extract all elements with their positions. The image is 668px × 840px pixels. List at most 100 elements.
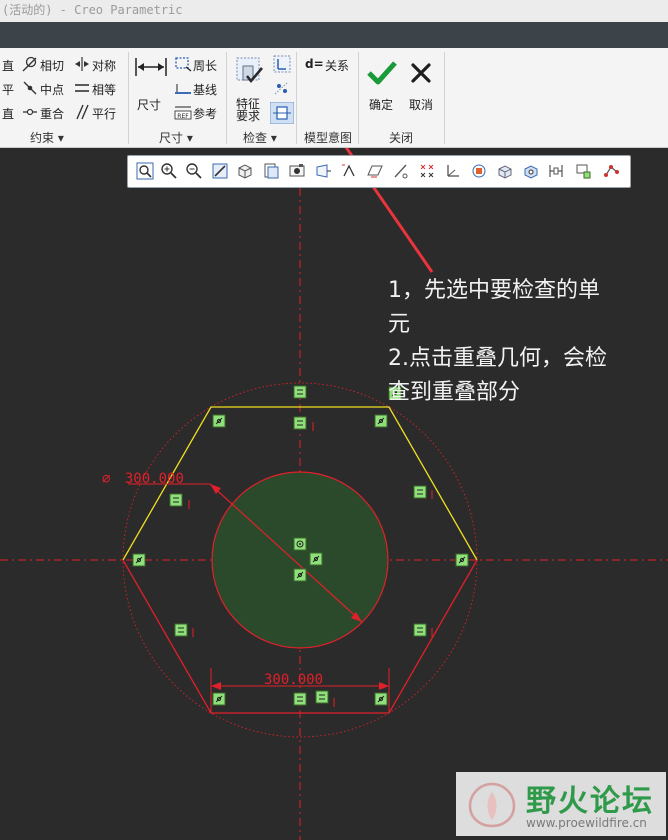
constraint-parallel[interactable]: 平行 xyxy=(92,105,116,122)
equal-constraint-glyph[interactable] xyxy=(293,692,307,706)
symmetric-constraint-icon xyxy=(75,57,89,71)
ribbon-separator xyxy=(358,52,359,144)
length-dimension-value[interactable]: 300.000 xyxy=(264,672,323,688)
refit-icon[interactable] xyxy=(136,162,154,180)
ribbon-tab-strip xyxy=(0,22,668,48)
diameter-symbol: ⌀ xyxy=(102,471,111,487)
equal-constraint-glyph[interactable] xyxy=(293,416,307,430)
forum-name: 野火论坛 xyxy=(526,784,654,819)
inspect-group-label[interactable]: 检查 ▾ xyxy=(243,129,277,146)
repaint-icon[interactable] xyxy=(211,162,229,180)
constraint-tangent[interactable]: 相切 xyxy=(40,57,64,74)
graphics-toolbar xyxy=(127,155,631,188)
ribbon-separator xyxy=(296,52,297,144)
dimension-display-icon[interactable] xyxy=(548,162,566,180)
constraint-coincident[interactable]: 重合 xyxy=(40,105,64,122)
coincident-constraint-glyph[interactable] xyxy=(293,568,307,582)
inspect-group: 特征 要求 检查 ▾ xyxy=(227,48,296,148)
coincident-constraint-glyph[interactable] xyxy=(374,692,388,706)
constraint-group: 直 相切 对称 平 中点 相等 直 重合 平行 约束 ▾ xyxy=(0,48,128,148)
perspective-view-icon[interactable] xyxy=(314,162,332,180)
graphics-area[interactable]: ⌀ 300.000 300.000 1，先选中要检查的单 元 2.点击重叠几何，… xyxy=(0,148,668,840)
feature-requirements-label-2[interactable]: 要求 xyxy=(236,107,260,124)
ribbon-separator xyxy=(444,52,445,144)
length-arrow xyxy=(211,682,221,690)
tangent-constraint-icon xyxy=(22,56,37,72)
constraint-equal[interactable]: 相等 xyxy=(92,81,116,98)
parallel-constraint-icon xyxy=(76,104,89,120)
equal-constraint-glyph[interactable] xyxy=(413,623,427,637)
equal-constraint-glyph[interactable] xyxy=(174,623,188,637)
equal-constraint-glyph[interactable] xyxy=(169,493,183,507)
cancel-button[interactable]: 取消 xyxy=(409,96,433,113)
csys-display-icon[interactable] xyxy=(444,162,462,180)
checkmark-icon[interactable] xyxy=(367,60,397,86)
constraint-display-icon[interactable] xyxy=(575,162,593,180)
equal-constraint-glyph[interactable] xyxy=(293,385,307,399)
view-manager-icon[interactable] xyxy=(288,162,306,180)
diameter-dimension[interactable]: ⌀ 300.000 xyxy=(102,471,184,487)
coincident-constraint-glyph[interactable] xyxy=(132,553,146,567)
constraint-symmetric[interactable]: 对称 xyxy=(92,57,116,74)
annotation-line-1: 1，先选中要检查的单 xyxy=(388,278,600,303)
equal-constraint-icon xyxy=(75,84,89,92)
reference-item[interactable]: 参考 xyxy=(193,105,217,122)
sketch-canvas[interactable] xyxy=(0,148,668,840)
ok-button[interactable]: 确定 xyxy=(369,96,393,113)
center-point-glyph[interactable] xyxy=(293,537,307,551)
point-display-icon[interactable] xyxy=(418,162,436,180)
dimension-button-label[interactable]: 尺寸 xyxy=(137,96,161,113)
perimeter-item[interactable]: 周长 xyxy=(193,57,217,74)
relation-item[interactable]: 关系 xyxy=(325,57,349,74)
annotation-line-2: 元 xyxy=(388,312,411,337)
zoom-out-icon[interactable] xyxy=(185,162,203,180)
forum-logo-icon xyxy=(468,782,516,828)
model-intent-group-label[interactable]: 模型意图 xyxy=(304,129,352,146)
display-style-icon[interactable] xyxy=(236,162,254,180)
equal-constraint-glyph[interactable] xyxy=(315,690,329,704)
coincident-constraint-glyph[interactable] xyxy=(455,553,469,567)
plane-display-icon[interactable] xyxy=(366,162,384,180)
axis-display-icon[interactable] xyxy=(392,162,410,180)
view-normal-icon[interactable] xyxy=(522,162,540,180)
dimension-icon[interactable] xyxy=(134,56,168,78)
coincident-constraint-glyph[interactable] xyxy=(212,414,226,428)
feature-requirements-icon[interactable] xyxy=(235,56,265,86)
coincident-constraint-icon xyxy=(23,108,37,116)
annotation-line-3: 2.点击重叠几何，会检 xyxy=(388,346,607,371)
length-arrow xyxy=(379,682,389,690)
zoom-in-icon[interactable] xyxy=(160,162,178,180)
forum-url: www.proewildfire.cn xyxy=(526,816,647,830)
window-title: (活动的) - Creo Parametric xyxy=(2,3,183,17)
close-icon[interactable] xyxy=(410,62,432,84)
datum-display-icon[interactable] xyxy=(340,162,358,180)
overlapping-geometry-icon[interactable] xyxy=(272,78,292,98)
shade-closed-loops-icon[interactable] xyxy=(270,102,294,124)
highlight-open-ends-icon[interactable] xyxy=(272,54,292,74)
coincident-constraint-glyph[interactable] xyxy=(309,552,323,566)
close-group-label[interactable]: 关闭 xyxy=(389,129,413,146)
perimeter-icon xyxy=(175,57,192,72)
dimension-group: 尺寸 周长 基线 REF 参考 尺寸 ▾ xyxy=(129,48,226,148)
saved-orientations-icon[interactable] xyxy=(262,162,280,180)
forum-watermark: 野火论坛 www.proewildfire.cn xyxy=(456,772,666,836)
spin-center-icon[interactable] xyxy=(470,162,488,180)
annotation-line-4: 查到重叠部分 xyxy=(388,380,521,405)
constraint-horizontal[interactable]: 平 xyxy=(2,81,14,98)
relation-icon: d= xyxy=(305,57,324,71)
constraint-group-label[interactable]: 约束 ▾ xyxy=(30,129,64,146)
coincident-constraint-glyph[interactable] xyxy=(212,692,226,706)
3d-view-icon[interactable] xyxy=(496,162,514,180)
constraint-vertical[interactable]: 直 xyxy=(2,57,14,74)
reference-icon: REF xyxy=(174,106,192,120)
window-title-bar: (活动的) - Creo Parametric xyxy=(0,0,668,22)
equal-constraint-glyph[interactable] xyxy=(413,485,427,499)
constraint-midpoint[interactable]: 中点 xyxy=(40,81,64,98)
vertex-display-icon[interactable] xyxy=(602,162,620,180)
dimension-group-label[interactable]: 尺寸 ▾ xyxy=(159,129,193,146)
diameter-value: 300.000 xyxy=(124,471,184,487)
ribbon: 直 相切 对称 平 中点 相等 直 重合 平行 约束 ▾ 尺寸 周长 基线 RE… xyxy=(0,48,668,148)
coincident-constraint-glyph[interactable] xyxy=(374,414,388,428)
baseline-item[interactable]: 基线 xyxy=(193,81,217,98)
constraint-perpendicular[interactable]: 直 xyxy=(2,105,14,122)
